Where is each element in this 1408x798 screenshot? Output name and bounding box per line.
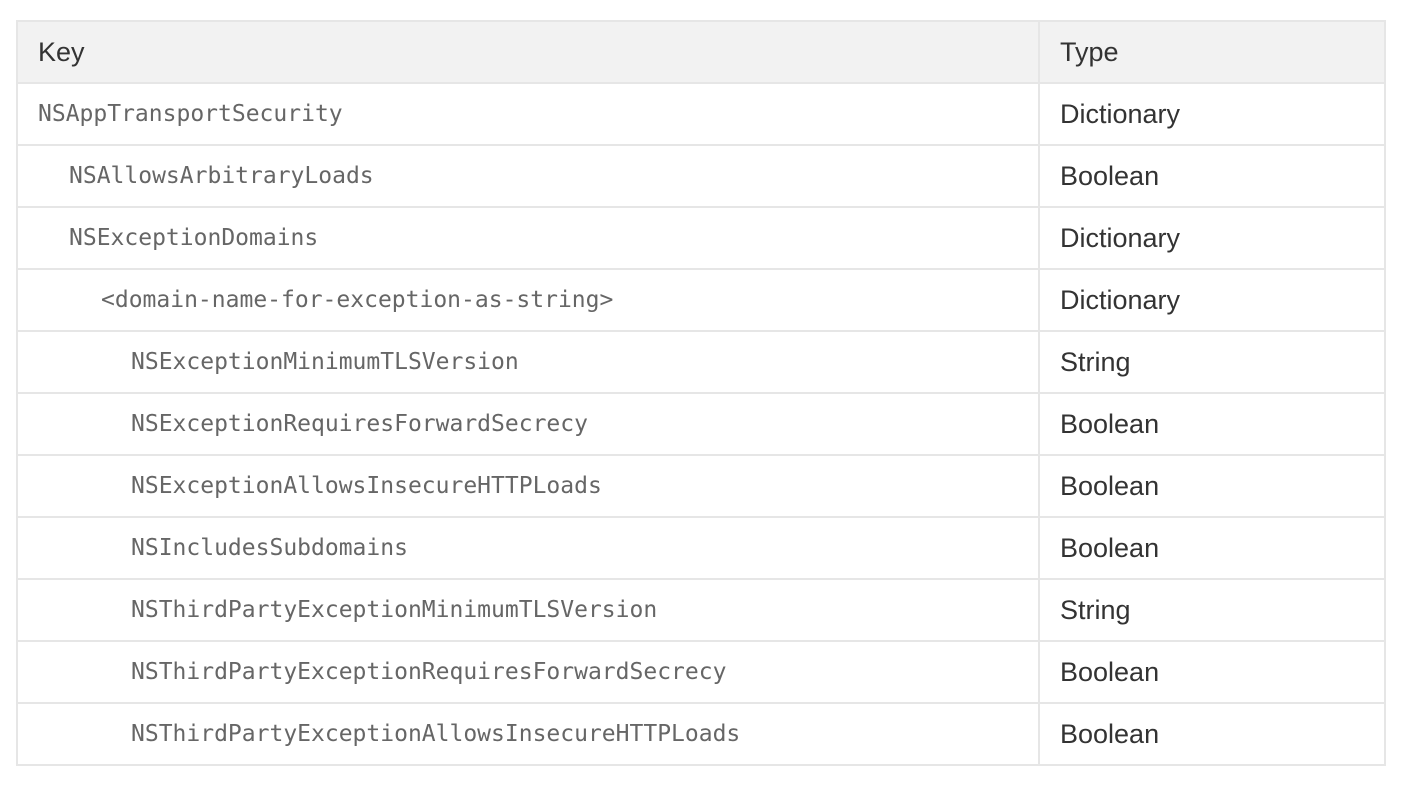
key-cell: NSIncludesSubdomains: [16, 516, 1040, 580]
type-cell: Boolean: [1038, 144, 1386, 208]
type-cell: String: [1038, 578, 1386, 642]
key-cell: NSThirdPartyExceptionMinimumTLSVersion: [16, 578, 1040, 642]
key-cell: <domain-name-for-exception-as-string>: [16, 268, 1040, 332]
type-cell: Dictionary: [1038, 268, 1386, 332]
key-cell: NSExceptionDomains: [16, 206, 1040, 270]
type-cell: Boolean: [1038, 516, 1386, 580]
key-cell: NSThirdPartyExceptionAllowsInsecureHTTPL…: [16, 702, 1040, 766]
type-cell: Boolean: [1038, 454, 1386, 518]
key-cell: NSThirdPartyExceptionRequiresForwardSecr…: [16, 640, 1040, 704]
type-cell: Boolean: [1038, 640, 1386, 704]
table-header: Key Type: [16, 20, 1386, 84]
key-column-header: Key: [16, 20, 1040, 84]
header-row: Key Type: [16, 20, 1386, 84]
table-row: NSExceptionAllowsInsecureHTTPLoads Boole…: [16, 454, 1386, 518]
table-row: NSExceptionDomains Dictionary: [16, 206, 1386, 270]
type-cell: Dictionary: [1038, 206, 1386, 270]
page: Key Type NSAppTransportSecurity Dictiona…: [0, 0, 1408, 798]
type-cell: Boolean: [1038, 702, 1386, 766]
key-cell: NSExceptionRequiresForwardSecrecy: [16, 392, 1040, 456]
table-row: NSThirdPartyExceptionMinimumTLSVersion S…: [16, 578, 1386, 642]
table-row: NSExceptionMinimumTLSVersion String: [16, 330, 1386, 394]
table-row: NSIncludesSubdomains Boolean: [16, 516, 1386, 580]
table-row: NSThirdPartyExceptionAllowsInsecureHTTPL…: [16, 702, 1386, 766]
type-cell: String: [1038, 330, 1386, 394]
key-cell: NSExceptionMinimumTLSVersion: [16, 330, 1040, 394]
key-cell: NSAppTransportSecurity: [16, 82, 1040, 146]
table-row: NSAppTransportSecurity Dictionary: [16, 82, 1386, 146]
type-cell: Boolean: [1038, 392, 1386, 456]
type-cell: Dictionary: [1038, 82, 1386, 146]
key-cell: NSExceptionAllowsInsecureHTTPLoads: [16, 454, 1040, 518]
table-row: NSThirdPartyExceptionRequiresForwardSecr…: [16, 640, 1386, 704]
table-row: NSExceptionRequiresForwardSecrecy Boolea…: [16, 392, 1386, 456]
ats-keys-table: Key Type NSAppTransportSecurity Dictiona…: [16, 20, 1386, 766]
type-column-header: Type: [1038, 20, 1386, 84]
table-row: NSAllowsArbitraryLoads Boolean: [16, 144, 1386, 208]
table-body: NSAppTransportSecurity Dictionary NSAllo…: [16, 82, 1386, 766]
table-row: <domain-name-for-exception-as-string> Di…: [16, 268, 1386, 332]
key-cell: NSAllowsArbitraryLoads: [16, 144, 1040, 208]
